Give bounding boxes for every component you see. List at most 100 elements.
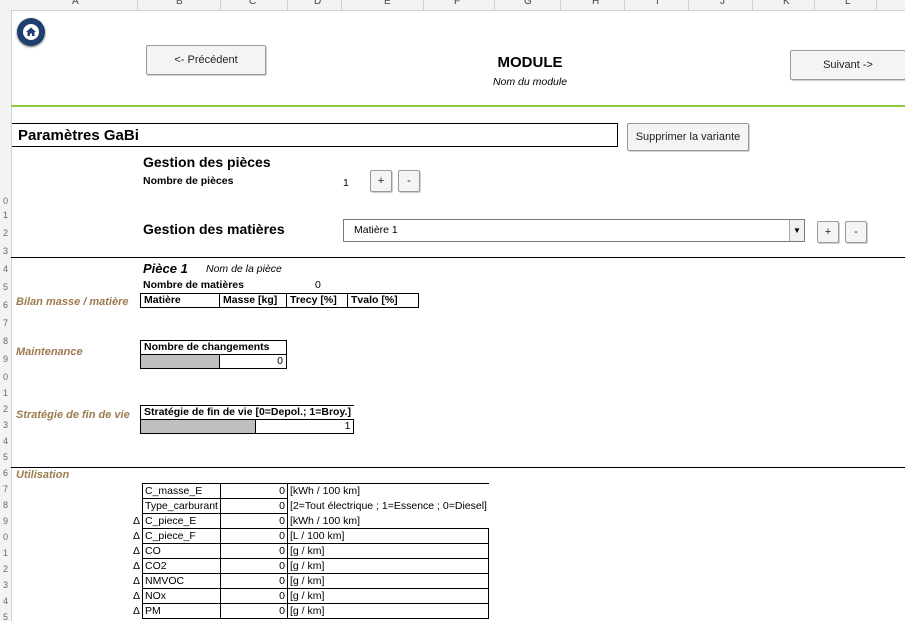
- section-divider: [11, 467, 905, 468]
- row-label[interactable]: 5: [3, 282, 8, 292]
- util-value[interactable]: 0: [219, 498, 288, 514]
- table-row: Δ CO2 0 [g / km]: [128, 558, 490, 574]
- col-G[interactable]: G: [524, 0, 532, 7]
- util-value[interactable]: 0: [219, 483, 288, 499]
- row-label[interactable]: 1: [3, 388, 8, 398]
- module-title: MODULE: [497, 54, 563, 71]
- delete-variant-button[interactable]: Supprimer la variante: [627, 123, 749, 151]
- strategie-header[interactable]: Stratégie de fin de vie [0=Depol.; 1=Bro…: [139, 405, 354, 420]
- row-label[interactable]: 0: [3, 196, 8, 206]
- add-piece-button[interactable]: +: [370, 170, 392, 192]
- util-name[interactable]: NOx: [142, 588, 221, 604]
- grey-cell[interactable]: [139, 419, 257, 434]
- util-unit: [g / km]: [287, 573, 490, 589]
- row-label[interactable]: 4: [3, 264, 8, 274]
- table-header-row: Matière Masse [kg] Trecy [%] Tvalo [%]: [140, 293, 419, 308]
- maintenance-header[interactable]: Nombre de changements: [140, 340, 287, 355]
- home-button[interactable]: [17, 18, 45, 46]
- col-L[interactable]: L: [845, 0, 851, 7]
- piece-name: Nom de la pièce: [206, 263, 282, 275]
- table-row: Δ C_piece_E 0 [kWh / 100 km]: [128, 513, 489, 529]
- util-name[interactable]: NMVOC: [142, 573, 221, 589]
- row-label[interactable]: 8: [3, 336, 8, 346]
- col-A[interactable]: A: [72, 0, 79, 7]
- delta-mark: Δ: [132, 575, 140, 587]
- col-I[interactable]: I: [656, 0, 659, 7]
- row-label[interactable]: 7: [3, 484, 8, 494]
- remove-piece-button[interactable]: -: [398, 170, 420, 192]
- col-D[interactable]: D: [314, 0, 321, 7]
- previous-button[interactable]: <- Précédent: [146, 45, 266, 75]
- header-masse[interactable]: Masse [kg]: [219, 293, 287, 308]
- row-label[interactable]: 0: [3, 532, 8, 542]
- pieces-count-label: Nombre de pièces: [143, 175, 234, 187]
- table-row: Δ PM 0 [g / km]: [128, 603, 490, 619]
- row-label[interactable]: 2: [3, 404, 8, 414]
- nb-materials-label: Nombre de matières: [143, 279, 244, 291]
- util-value[interactable]: 0: [219, 573, 288, 589]
- row-label[interactable]: 2: [3, 564, 8, 574]
- util-value[interactable]: 0: [219, 588, 288, 604]
- table-row: Δ NMVOC 0 [g / km]: [128, 573, 490, 589]
- delta-mark: Δ: [132, 515, 140, 527]
- row-label[interactable]: 1: [3, 210, 8, 220]
- add-material-button[interactable]: +: [817, 221, 839, 243]
- row-label[interactable]: 6: [3, 468, 8, 478]
- util-name[interactable]: CO2: [142, 558, 221, 574]
- delta-mark: Δ: [132, 530, 140, 542]
- util-unit: [L / 100 km]: [287, 528, 490, 544]
- util-value[interactable]: 0: [219, 528, 288, 544]
- util-name[interactable]: C_piece_F: [142, 528, 221, 544]
- util-unit: [g / km]: [287, 588, 490, 604]
- row-label[interactable]: 8: [3, 500, 8, 510]
- header-matiere[interactable]: Matière: [140, 293, 220, 308]
- util-name[interactable]: CO: [142, 543, 221, 559]
- util-name[interactable]: C_piece_E: [142, 513, 221, 529]
- row-label[interactable]: 1: [3, 548, 8, 558]
- row-label[interactable]: 4: [3, 596, 8, 606]
- row-label[interactable]: 9: [3, 354, 8, 364]
- col-K[interactable]: K: [783, 0, 790, 7]
- col-B[interactable]: B: [176, 0, 183, 7]
- section-utilisation: Utilisation: [16, 469, 70, 481]
- util-name[interactable]: PM: [142, 603, 221, 619]
- col-H[interactable]: H: [592, 0, 599, 7]
- row-label[interactable]: 2: [3, 228, 8, 238]
- col-J[interactable]: J: [720, 0, 725, 7]
- row-label[interactable]: 3: [3, 580, 8, 590]
- header-trecy[interactable]: Trecy [%]: [286, 293, 348, 308]
- chevron-down-icon[interactable]: ▼: [789, 220, 804, 241]
- util-value[interactable]: 0: [219, 603, 288, 619]
- column-header-bar: A B C D E F G H I J K L: [0, 0, 905, 11]
- row-label[interactable]: 6: [3, 300, 8, 310]
- row-label[interactable]: 3: [3, 246, 8, 256]
- col-E[interactable]: E: [384, 0, 391, 7]
- util-value[interactable]: 0: [219, 513, 288, 529]
- util-unit: [kWh / 100 km]: [287, 483, 489, 499]
- maintenance-value[interactable]: 0: [219, 354, 287, 369]
- row-label[interactable]: 3: [3, 420, 8, 430]
- remove-material-button[interactable]: -: [845, 221, 867, 243]
- row-label[interactable]: 7: [3, 318, 8, 328]
- util-unit: [kWh / 100 km]: [289, 514, 360, 527]
- header-tvalo[interactable]: Tvalo [%]: [347, 293, 419, 308]
- row-label[interactable]: 5: [3, 452, 8, 462]
- strategie-value[interactable]: 1: [255, 419, 355, 434]
- row-label[interactable]: 9: [3, 516, 8, 526]
- col-F[interactable]: F: [454, 0, 460, 7]
- next-button[interactable]: Suivant ->: [790, 50, 905, 80]
- material-select[interactable]: Matière 1 ▼: [343, 219, 805, 242]
- params-title: Paramètres GaBi: [18, 127, 139, 144]
- delta-mark: Δ: [132, 590, 140, 602]
- delta-mark: Δ: [132, 545, 140, 557]
- col-C[interactable]: C: [249, 0, 256, 7]
- delta-mark: [128, 499, 143, 514]
- row-label[interactable]: 4: [3, 436, 8, 446]
- row-label[interactable]: 0: [3, 372, 8, 382]
- util-value[interactable]: 0: [219, 543, 288, 559]
- util-name[interactable]: C_masse_E: [142, 483, 221, 499]
- util-name[interactable]: Type_carburant: [142, 498, 221, 514]
- grey-cell[interactable]: [140, 354, 220, 369]
- table-row: Δ CO 0 [g / km]: [128, 543, 490, 559]
- util-value[interactable]: 0: [219, 558, 288, 574]
